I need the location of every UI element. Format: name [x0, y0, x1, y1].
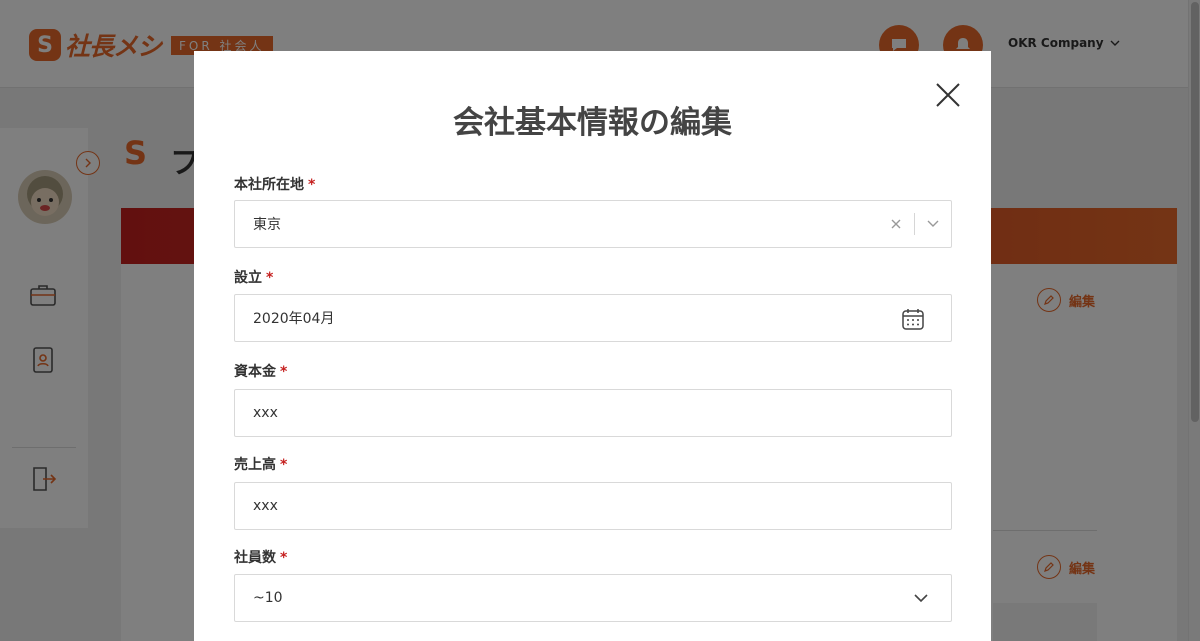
- employees-select[interactable]: ~10: [234, 574, 952, 622]
- modal-title: 会社基本情報の編集: [453, 105, 732, 141]
- founded-value: 2020年04月: [253, 311, 335, 327]
- employees-value: ~10: [253, 590, 283, 606]
- founded-date-input[interactable]: 2020年04月: [234, 294, 952, 342]
- calendar-icon[interactable]: [901, 307, 925, 331]
- capital-field[interactable]: [234, 389, 952, 437]
- location-label: 本社所在地 *: [234, 177, 316, 193]
- clear-icon[interactable]: [884, 212, 908, 236]
- location-select[interactable]: 東京: [234, 200, 952, 248]
- chevron-down-icon[interactable]: [903, 586, 939, 610]
- founded-label: 設立 *: [234, 270, 274, 286]
- capital-input[interactable]: [253, 405, 893, 421]
- chevron-down-icon[interactable]: [915, 212, 951, 236]
- sales-label: 売上高 *: [234, 457, 288, 473]
- capital-label: 資本金 *: [234, 364, 288, 380]
- location-value: 東京: [253, 217, 281, 233]
- employees-label: 社員数 *: [234, 550, 288, 566]
- edit-company-modal: 会社基本情報の編集 本社所在地 * 東京 設立 * 2020年04月 資本金 *…: [194, 51, 991, 641]
- close-icon[interactable]: [934, 81, 962, 109]
- sales-input[interactable]: [253, 498, 893, 514]
- sales-field[interactable]: [234, 482, 952, 530]
